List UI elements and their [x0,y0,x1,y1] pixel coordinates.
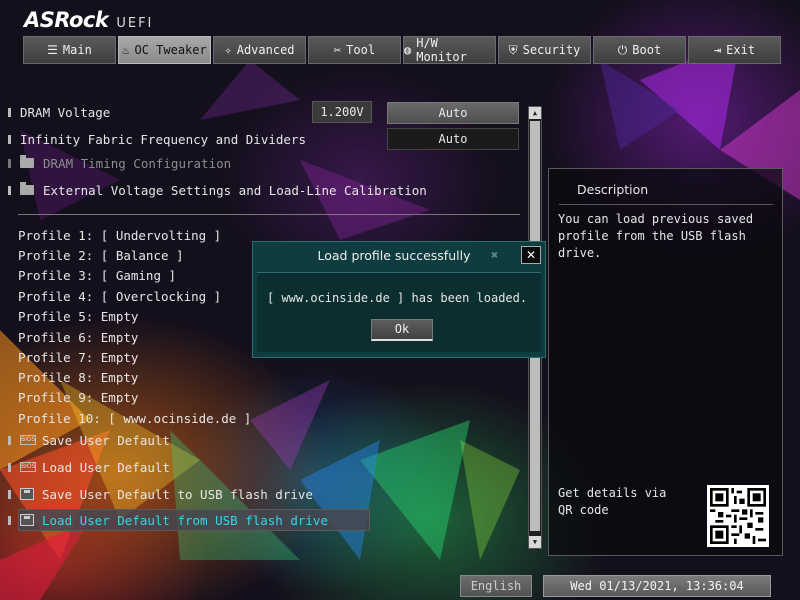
tab-label: Security [522,43,581,57]
profile-item-7[interactable]: Profile 7: Empty [18,350,138,368]
dialog-message: [ www.ocinside.de ] has been loaded. [267,291,528,305]
datetime-display: Wed 01/13/2021, 13:36:04 [543,575,771,597]
infinity-fabric-row[interactable]: Infinity Fabric Frequency and Dividers [8,129,306,149]
floppy-disk-icon [20,514,34,526]
tab-label: Main [62,43,92,57]
shield-icon: ⛨ [508,42,518,57]
profile-item-8[interactable]: Profile 8: Empty [18,370,138,388]
profile-item-1[interactable]: Profile 1: [ Undervolting ] [18,228,221,246]
profile-item-6[interactable]: Profile 6: Empty [18,330,138,348]
dram-timing-row[interactable]: DRAM Timing Configuration [8,153,231,173]
dram-voltage-select[interactable]: Auto [387,102,519,124]
logo-text: ASRock [24,8,109,32]
load-from-usb-row[interactable]: Load User Default from USB flash drive [8,509,328,531]
row-bullet [8,134,11,144]
dram-timing-label: DRAM Timing Configuration [43,155,232,171]
section-divider [18,214,520,215]
qr-label: Get details via QR code [558,486,667,517]
tab-advanced[interactable]: ✧ Advanced [213,36,306,64]
row-bullet [8,435,11,445]
tools-icon: ✂ [333,43,342,57]
external-voltage-label: External Voltage Settings and Load-Line … [43,182,427,198]
profile-item-9[interactable]: Profile 9: Empty [18,390,138,408]
exit-icon: ⇥ [713,43,722,57]
load-profile-dialog: Load profile successfully ✖ ✕ [ www.ocin… [252,241,546,358]
external-voltage-row[interactable]: External Voltage Settings and Load-Line … [8,180,427,200]
description-title: Description [559,177,773,205]
row-bullet [8,489,11,499]
dram-voltage-value: 1.200V [312,101,372,123]
dialog-body: [ www.ocinside.de ] has been loaded. Ok [257,272,541,352]
scroll-down-arrow-icon[interactable]: ▼ [529,536,541,548]
profile-item-5[interactable]: Profile 5: Empty [18,309,138,327]
profile-item-4[interactable]: Profile 4: [ Overclocking ] [18,289,221,307]
tab-exit[interactable]: ⇥ Exit [688,36,781,64]
profile-item-10[interactable]: Profile 10: [ www.ocinside.de ] [18,411,251,429]
tab-oc-tweaker[interactable]: ♨ OC Tweaker [118,36,211,64]
dram-voltage-label: DRAM Voltage [20,104,111,120]
load-user-default-row[interactable]: BIOS Load User Default [8,456,170,478]
tab-label: Exit [726,43,756,57]
uefi-label: UEFI [116,16,154,31]
save-to-usb-row[interactable]: Save User Default to USB flash drive [8,483,313,505]
tab-security[interactable]: ⛨ Security [498,36,591,64]
language-selector[interactable]: English [460,575,532,597]
load-from-usb-label: Load User Default from USB flash drive [42,512,328,528]
row-bullet [8,158,11,168]
list-icon: ☰ [47,43,58,57]
save-user-default-label: Save User Default [42,432,170,448]
qr-code-icon [707,485,769,547]
tab-main[interactable]: ☰ Main [23,36,116,64]
row-bullet [8,515,11,525]
tab-label: Boot [632,43,662,57]
tab-hw-monitor[interactable]: ◍ H/W Monitor [403,36,496,64]
floppy-disk-icon [20,488,34,500]
dialog-title: Load profile successfully [317,248,471,263]
profile-item-2[interactable]: Profile 2: [ Balance ] [18,248,184,266]
row-bullet [8,185,11,195]
tab-label: H/W Monitor [416,36,467,64]
row-bullet [8,107,11,117]
globe-icon: ◍ [404,43,412,57]
folder-icon [20,182,34,195]
bios-chip-icon: BIOS [20,462,36,472]
main-tab-bar: ☰ Main ♨ OC Tweaker ✧ Advanced ✂ Tool ◍ H/W M… [23,36,783,64]
infinity-fabric-select[interactable]: Auto [387,128,519,150]
folder-icon [20,155,34,168]
star-icon: ✧ [224,43,232,57]
description-panel: Description You can load previous saved … [548,168,783,556]
save-to-usb-label: Save User Default to USB flash drive [42,486,313,502]
flame-icon: ♨ [122,43,130,57]
description-text: You can load previous saved profile from… [558,212,754,260]
tab-label: Tool [346,43,376,57]
tab-tool[interactable]: ✂ Tool [308,36,401,64]
profile-item-3[interactable]: Profile 3: [ Gaming ] [18,268,176,286]
bios-chip-icon: BIOS [20,435,36,445]
dialog-header: Load profile successfully ✖ ✕ [253,242,545,270]
row-bullet [8,462,11,472]
load-user-default-label: Load User Default [42,459,170,475]
save-user-default-row[interactable]: BIOS Save User Default [8,429,170,451]
power-icon: ⏻ [617,42,628,57]
tab-label: Advanced [236,43,295,57]
faded-close-icon: ✖ [491,248,499,262]
dialog-close-button[interactable]: ✕ [521,246,541,264]
dram-voltage-row[interactable]: DRAM Voltage [8,102,110,122]
ok-button[interactable]: Ok [371,319,433,341]
infinity-fabric-label: Infinity Fabric Frequency and Dividers [20,131,306,147]
tab-label: OC Tweaker [134,43,207,57]
scroll-up-arrow-icon[interactable]: ▲ [529,107,541,119]
asrock-logo: ASRock UEFI [24,8,153,32]
tab-boot[interactable]: ⏻ Boot [593,36,686,64]
